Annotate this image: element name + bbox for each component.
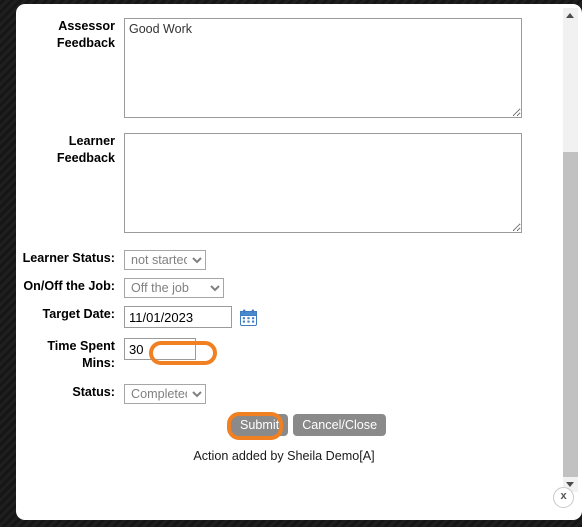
target-date-label: Target Date:	[42, 307, 115, 321]
scrollbar-thumb[interactable]	[563, 152, 578, 492]
learner-feedback-textarea[interactable]	[124, 133, 522, 233]
cancel-close-button[interactable]: Cancel/Close	[293, 414, 387, 436]
action-dialog: Assessor Feedback Good Work Learner Feed…	[16, 4, 582, 520]
field-status: Status: Completed	[16, 384, 206, 404]
field-learner-feedback: Learner Feedback	[16, 133, 522, 233]
action-form: Assessor Feedback Good Work Learner Feed…	[16, 4, 552, 520]
action-added-by-note: Action added by Sheila Demo[A]	[193, 449, 375, 463]
field-assessor-feedback: Assessor Feedback Good Work	[16, 18, 522, 118]
on-off-job-control: Off the job	[124, 278, 224, 298]
on-off-job-label: On/Off the Job:	[23, 279, 115, 293]
assessor-feedback-label: Assessor Feedback	[56, 19, 115, 50]
time-spent-control	[124, 338, 196, 360]
target-date-input[interactable]	[124, 306, 232, 328]
field-on-off-job: On/Off the Job: Off the job	[16, 278, 224, 298]
learner-status-control: not started	[124, 250, 206, 270]
assessor-feedback-textarea[interactable]: Good Work	[124, 18, 522, 118]
status-control: Completed	[124, 384, 206, 404]
field-learner-status: Learner Status: not started	[16, 250, 206, 270]
vertical-scrollbar[interactable]	[563, 8, 578, 492]
time-spent-input[interactable]	[124, 338, 196, 360]
target-date-control	[124, 306, 257, 328]
learner-feedback-control	[124, 133, 522, 233]
submit-button[interactable]: Submit	[231, 414, 289, 436]
scroll-up-arrow-icon[interactable]	[563, 8, 578, 23]
learner-feedback-label: Learner Feedback	[56, 134, 115, 165]
assessor-feedback-control: Good Work	[124, 18, 522, 118]
learner-status-label: Learner Status:	[22, 251, 115, 265]
learner-status-select[interactable]: not started	[124, 250, 206, 270]
calendar-icon[interactable]	[240, 309, 257, 326]
status-select[interactable]: Completed	[124, 384, 206, 404]
on-off-job-select[interactable]: Off the job	[124, 278, 224, 298]
field-time-spent: Time Spent Mins:	[16, 338, 196, 372]
status-label: Status:	[72, 385, 115, 399]
dialog-actions: Submit Cancel/Close	[231, 414, 387, 436]
time-spent-label: Time Spent Mins:	[47, 339, 115, 370]
field-target-date: Target Date:	[16, 306, 257, 328]
close-icon[interactable]: x	[553, 487, 574, 508]
